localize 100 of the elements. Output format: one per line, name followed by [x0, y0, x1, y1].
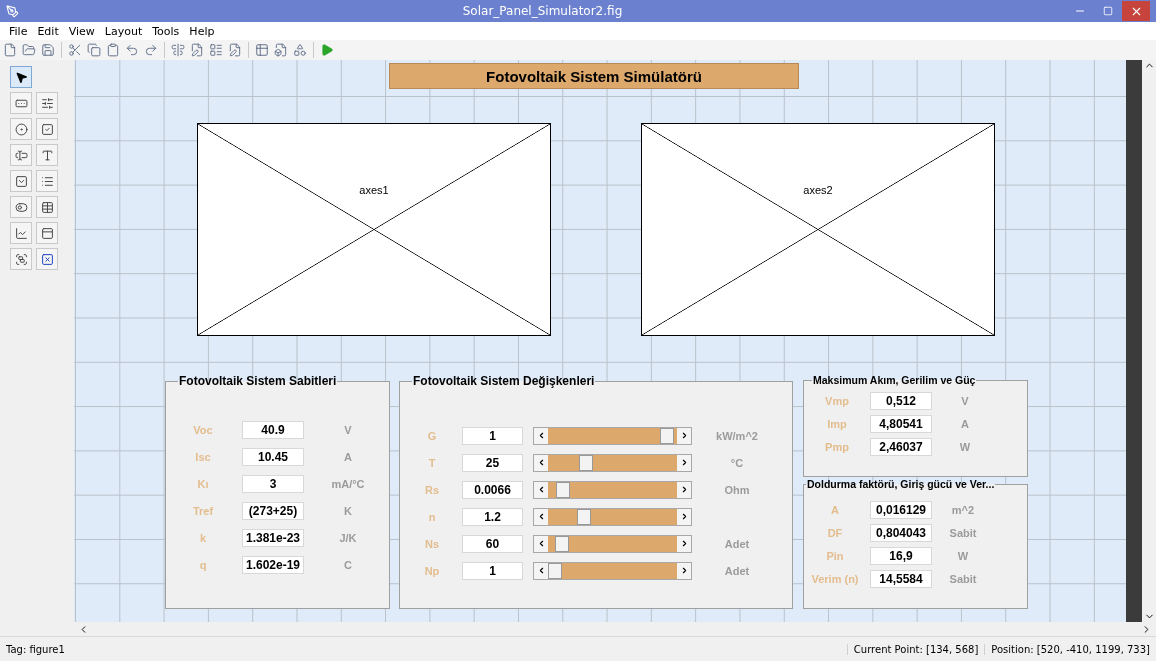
field-label: Kı [196, 477, 210, 490]
edit-text-icon [14, 148, 28, 162]
pointer-icon [14, 70, 28, 84]
slider-thumb[interactable] [554, 535, 569, 552]
dropdown-tool[interactable] [10, 170, 32, 192]
close-button[interactable] [1122, 1, 1150, 21]
pointer-tool[interactable] [10, 66, 32, 88]
slider-thumb[interactable] [659, 427, 674, 444]
menu-item[interactable]: Layout [99, 24, 148, 38]
scissors-icon[interactable] [67, 42, 83, 58]
unit-label: Ohm [723, 483, 751, 496]
static-text-icon [40, 148, 54, 162]
chart-tool[interactable] [10, 222, 32, 244]
list-tool[interactable] [36, 170, 58, 192]
field-label: Voc [192, 423, 214, 436]
field-label: Np [423, 564, 441, 577]
field-label: Verim (n) [810, 572, 860, 585]
checkbox-icon [40, 122, 54, 136]
field-label: Isc [194, 450, 212, 463]
shapes-icon[interactable] [292, 42, 308, 58]
clipboard-icon[interactable] [105, 42, 121, 58]
activex-tool[interactable] [36, 248, 58, 270]
field-label: Imp [826, 417, 848, 430]
unit-label: A [960, 417, 970, 430]
menu-item[interactable]: Edit [32, 24, 64, 38]
edit-text-tool[interactable] [10, 144, 32, 166]
unit-label: Adet [723, 537, 751, 550]
slider[interactable] [533, 534, 692, 553]
save-icon[interactable] [40, 42, 56, 58]
menu-item[interactable]: Help [184, 24, 220, 38]
unit-label: mA/°C [330, 477, 366, 490]
undo-icon[interactable] [124, 42, 140, 58]
value-field[interactable]: 0,016129 [870, 500, 932, 519]
value-field[interactable]: 3 [242, 474, 304, 493]
slider[interactable] [533, 507, 692, 526]
value-field[interactable]: (273+25) [242, 501, 304, 520]
unit-label: Sabit [948, 572, 978, 585]
slider-thumb[interactable] [576, 508, 591, 525]
align-icon[interactable] [170, 42, 186, 58]
value-field[interactable]: 1 [462, 561, 523, 580]
value-field[interactable]: 10.45 [242, 447, 304, 466]
panel-title: Fotovoltaik Sistem Değişkenleri [412, 374, 596, 388]
slider-thumb[interactable] [556, 481, 571, 498]
value-field[interactable]: 1 [462, 426, 523, 445]
menu-item[interactable]: Tools [147, 24, 185, 38]
copy-icon[interactable] [86, 42, 102, 58]
unit-label: W [956, 549, 970, 562]
unit-label: kW/m^2 [715, 429, 759, 442]
value-field[interactable]: 0,512 [870, 391, 932, 410]
unit-label: Adet [723, 564, 751, 577]
value-field[interactable]: 25 [462, 453, 523, 472]
field-label: Pmp [824, 440, 850, 453]
slider[interactable] [533, 453, 692, 472]
field-label: Pin [825, 549, 845, 562]
toggle-icon [14, 200, 28, 214]
push-button-tool[interactable] [10, 92, 32, 114]
value-field[interactable]: 1.381e-23 [242, 528, 304, 547]
unit-label: Sabit [948, 526, 978, 539]
menu-item[interactable]: File [4, 24, 33, 38]
redo-icon[interactable] [143, 42, 159, 58]
unit-label: W [958, 440, 972, 453]
slider-thumb[interactable] [579, 454, 594, 471]
new-file-icon[interactable] [2, 42, 18, 58]
value-field[interactable]: 1.602e-19 [242, 555, 304, 574]
value-field[interactable]: 60 [462, 534, 523, 553]
activex-icon [40, 252, 54, 266]
value-field[interactable]: 2,46037 [870, 437, 932, 456]
slider-thumb[interactable] [548, 562, 562, 579]
axes-label: axes2 [803, 184, 833, 196]
field-label: n [427, 510, 437, 523]
slider-tool[interactable] [36, 92, 58, 114]
unit-label: °C [729, 456, 745, 469]
folder-icon[interactable] [21, 42, 37, 58]
value-field[interactable]: 0.0066 [462, 480, 523, 499]
slider[interactable] [533, 426, 692, 445]
value-field[interactable]: 14,5584 [870, 569, 932, 588]
field-label: k [198, 531, 208, 544]
value-field[interactable]: 0,804043 [870, 523, 932, 542]
field-label: Tref [191, 504, 215, 517]
slider[interactable] [533, 561, 692, 580]
unit-label: V [960, 394, 970, 407]
unit-label: K [343, 504, 353, 517]
run-icon[interactable] [319, 42, 335, 58]
field-label: G [426, 429, 438, 442]
field-label: A [830, 503, 840, 516]
slider[interactable] [533, 480, 692, 499]
value-field[interactable]: 4,80541 [870, 414, 932, 433]
static-text-tool[interactable] [36, 144, 58, 166]
unit-label: C [343, 558, 353, 571]
checkbox-tool[interactable] [36, 118, 58, 140]
value-field[interactable]: 1.2 [462, 507, 523, 526]
value-field[interactable]: 40.9 [242, 420, 304, 439]
toggle-tool[interactable] [10, 196, 32, 218]
table-tool[interactable] [36, 196, 58, 218]
value-field[interactable]: 16,9 [870, 546, 932, 565]
maximize-icon [1103, 6, 1113, 16]
field-label: DF [826, 526, 844, 539]
panel-tool[interactable] [36, 222, 58, 244]
radio-button-tool[interactable] [10, 118, 32, 140]
menu-item[interactable]: View [63, 24, 100, 38]
